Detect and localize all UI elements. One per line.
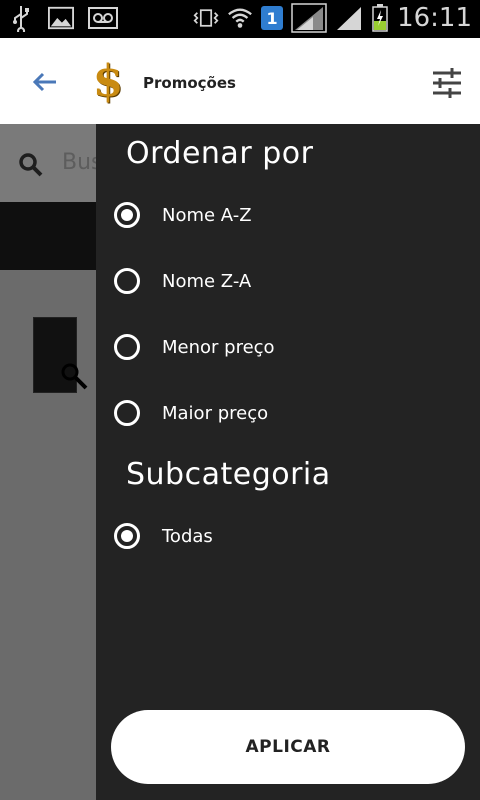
status-left-icons bbox=[8, 5, 118, 32]
sort-option-name-desc[interactable]: Nome Z-A bbox=[114, 261, 444, 301]
radio-selected-icon[interactable] bbox=[114, 202, 140, 228]
image-icon bbox=[48, 5, 74, 31]
sort-option-price-low[interactable]: Menor preço bbox=[114, 327, 444, 367]
filter-drawer: Ordenar por Nome A-Z Nome Z-A Menor preç… bbox=[96, 124, 480, 800]
back-arrow-icon[interactable] bbox=[30, 67, 60, 97]
sort-option-label: Menor preço bbox=[162, 336, 275, 358]
radio-unselected-icon[interactable] bbox=[114, 268, 140, 294]
clock-text: 16:11 bbox=[397, 3, 472, 33]
product-thumbnail bbox=[33, 317, 88, 393]
signal-icon bbox=[291, 3, 327, 33]
wifi-icon bbox=[227, 5, 253, 31]
sort-option-label: Nome A-Z bbox=[162, 204, 252, 226]
subcategory-option-all[interactable]: Todas bbox=[114, 516, 444, 556]
page-title: Promoções bbox=[143, 74, 236, 92]
battery-icon bbox=[371, 4, 389, 32]
usb-icon bbox=[8, 5, 34, 32]
subcategory-option-label: Todas bbox=[162, 525, 213, 547]
sim-badge: 1 bbox=[261, 6, 284, 30]
sort-section-title: Ordenar por bbox=[126, 136, 314, 171]
sort-option-label: Nome Z-A bbox=[162, 270, 252, 292]
apply-button[interactable]: APLICAR bbox=[111, 710, 465, 784]
app-logo: $ bbox=[84, 58, 132, 106]
subcategory-section-title: Subcategoria bbox=[126, 457, 331, 492]
sort-option-price-high[interactable]: Maior preço bbox=[114, 393, 444, 433]
voicemail-icon bbox=[88, 5, 118, 31]
dollar-logo-icon: $ bbox=[92, 56, 124, 107]
vibrate-icon bbox=[193, 5, 219, 31]
sort-option-label: Maior preço bbox=[162, 402, 269, 424]
signal-bars-icon bbox=[335, 5, 363, 31]
radio-unselected-icon[interactable] bbox=[114, 400, 140, 426]
status-right-icons: 1 16:11 bbox=[193, 3, 472, 33]
status-bar: 1 16:11 bbox=[0, 0, 480, 38]
sort-option-name-asc[interactable]: Nome A-Z bbox=[114, 195, 444, 235]
radio-selected-icon[interactable] bbox=[114, 523, 140, 549]
radio-unselected-icon[interactable] bbox=[114, 334, 140, 360]
sliders-icon[interactable] bbox=[430, 66, 464, 100]
app-bar: $ Promoções bbox=[0, 38, 480, 125]
search-icon bbox=[16, 150, 46, 180]
magnifier-icon bbox=[60, 362, 90, 392]
